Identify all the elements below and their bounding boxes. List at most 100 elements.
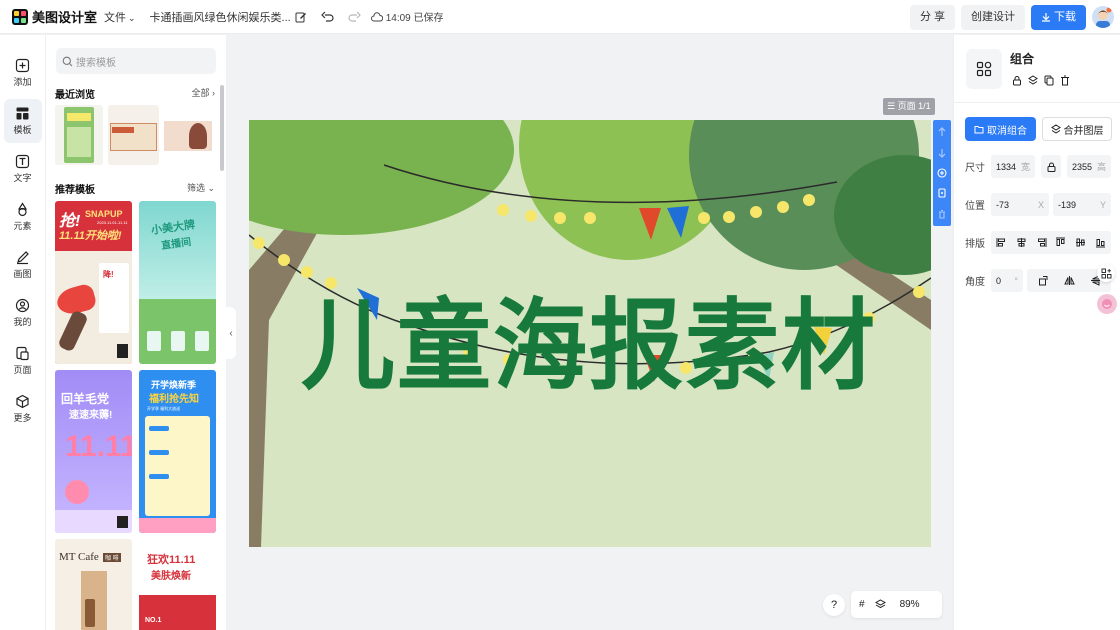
- nav-add[interactable]: 添加: [4, 51, 42, 95]
- duplicate-page-icon[interactable]: [937, 188, 947, 198]
- template-card[interactable]: 回羊毛党 速速来薅! 11.11: [55, 370, 132, 533]
- edit-icon[interactable]: [295, 11, 307, 23]
- template-text: 回羊毛党: [61, 392, 110, 406]
- design-canvas[interactable]: 儿童海报素材: [249, 120, 931, 547]
- recent-all-link[interactable]: 全部 ›: [191, 86, 215, 101]
- share-button[interactable]: 分 享: [909, 4, 955, 30]
- template-panel: 搜索模板 最近浏览 全部 › 推荐模板 筛选 ⌄ 抢! SNAPUP 2023.…: [46, 35, 226, 630]
- trash-icon[interactable]: [1060, 75, 1070, 86]
- aspect-lock-button[interactable]: [1041, 155, 1061, 178]
- nav-pages[interactable]: 页面: [4, 339, 42, 383]
- nav-draw-label: 画图: [13, 269, 32, 279]
- nav-more[interactable]: 更多: [4, 387, 42, 431]
- merge-layers-button[interactable]: 合并图层: [1042, 117, 1112, 141]
- angle-label: 角度: [965, 277, 985, 288]
- redo-icon[interactable]: [347, 10, 361, 24]
- recent-all-label: 全部: [191, 88, 210, 98]
- align-middle-v-icon[interactable]: [1075, 237, 1086, 248]
- height-unit: 高: [1096, 162, 1106, 172]
- height-field[interactable]: 2355 高: [1067, 155, 1111, 178]
- ungroup-button[interactable]: 取消组合: [965, 117, 1036, 141]
- download-label: 下载: [1054, 10, 1076, 23]
- align-top-icon[interactable]: [1055, 237, 1066, 248]
- save-status: 14:09 已保存: [370, 9, 444, 24]
- y-field[interactable]: -139 Y: [1053, 193, 1111, 216]
- avatar-illustration: [1096, 7, 1112, 28]
- arrow-up-icon[interactable]: [937, 127, 947, 137]
- nav-mine[interactable]: 我的: [4, 291, 42, 335]
- template-text: 2023.11.01-11.11: [97, 220, 128, 225]
- arrow-down-icon[interactable]: [937, 148, 947, 158]
- angle-row: 角度 0 °: [965, 269, 1111, 292]
- nav-elements[interactable]: 元素: [4, 195, 42, 239]
- template-card[interactable]: 狂欢11.11 美肤焕新 NO.1: [139, 539, 216, 630]
- template-card[interactable]: MT Cafe 咖 啡: [55, 539, 132, 630]
- width-value: 1334: [996, 161, 1017, 172]
- recommend-filter-label: 筛选: [186, 183, 205, 193]
- help-button[interactable]: ?: [823, 594, 845, 616]
- plus-square-icon: [15, 58, 30, 73]
- logo-mark-icon: [12, 8, 28, 25]
- layer-order-icon[interactable]: [1028, 75, 1038, 86]
- recent-thumb[interactable]: [164, 105, 212, 165]
- undo-icon[interactable]: [320, 10, 335, 24]
- user-icon: [15, 298, 30, 313]
- group-preview: [966, 49, 1002, 89]
- template-search[interactable]: 搜索模板: [56, 48, 216, 74]
- template-text: 开学季 福利大放送: [147, 406, 181, 411]
- create-design-button[interactable]: 创建设计: [961, 4, 1025, 30]
- add-page-icon[interactable]: [937, 168, 947, 178]
- angle-field[interactable]: 0 °: [991, 269, 1023, 292]
- nav-text[interactable]: 文字: [4, 147, 42, 191]
- flip-horizontal-icon[interactable]: [1063, 275, 1075, 286]
- height-value: 2355: [1072, 161, 1093, 172]
- pen-icon: [17, 251, 29, 265]
- align-right-icon[interactable]: [1036, 237, 1047, 248]
- rotate-icon[interactable]: [1038, 275, 1049, 286]
- text-icon: [15, 154, 30, 169]
- collapse-panel-button[interactable]: ‹: [226, 307, 236, 359]
- assistant-bubble[interactable]: [1097, 294, 1117, 314]
- lock-icon: [1047, 162, 1055, 172]
- nav-draw[interactable]: 画图: [4, 243, 42, 287]
- width-field[interactable]: 1334 宽: [991, 155, 1035, 178]
- template-text: 福利抢先知: [149, 394, 199, 405]
- align-center-h-icon[interactable]: [1016, 237, 1027, 248]
- template-text: 直播间: [160, 236, 192, 253]
- align-bottom-icon[interactable]: [1095, 237, 1106, 248]
- download-button[interactable]: 下载: [1031, 4, 1086, 30]
- app-logo[interactable]: 美图设计室: [12, 7, 104, 26]
- nav-more-label: 更多: [13, 413, 32, 423]
- x-field[interactable]: -73 X: [991, 193, 1049, 216]
- panel-scrollbar[interactable]: [220, 85, 224, 171]
- template-card[interactable]: 抢! SNAPUP 2023.11.01-11.11 11.11开始啦! 降!: [55, 201, 132, 364]
- template-text: 降!: [103, 270, 114, 279]
- recent-thumb[interactable]: [108, 105, 159, 165]
- page-indicator[interactable]: ☰ 页面 1/1: [883, 98, 935, 115]
- template-text: MT Cafe: [59, 551, 99, 563]
- zoom-level[interactable]: 89%: [900, 599, 920, 610]
- file-menu[interactable]: 文件 ⌄: [104, 9, 136, 25]
- nav-template[interactable]: 模板: [3, 99, 42, 143]
- lock-icon[interactable]: [1012, 75, 1022, 86]
- grid-icon[interactable]: #: [859, 599, 865, 610]
- document-title[interactable]: 卡通插画风绿色休闲娱乐类...: [150, 9, 291, 25]
- copy-icon[interactable]: [1044, 75, 1054, 86]
- template-card[interactable]: 开学焕新季 福利抢先知 开学季 福利大放送: [139, 370, 216, 533]
- position-row: 位置 -73 X -139 Y: [965, 193, 1111, 216]
- recommend-filter[interactable]: 筛选 ⌄: [187, 181, 215, 196]
- angle-unit: °: [1014, 275, 1018, 286]
- delete-page-icon[interactable]: [937, 209, 947, 219]
- template-text: 美肤焕新: [151, 571, 191, 582]
- layers-icon[interactable]: [874, 599, 886, 610]
- align-left-icon[interactable]: [996, 237, 1007, 248]
- chevron-down-icon: ⌄: [128, 12, 136, 23]
- template-card[interactable]: 小美大牌 直播间: [139, 201, 216, 364]
- user-avatar[interactable]: [1092, 6, 1114, 28]
- folder-icon: [974, 125, 984, 133]
- side-tool-bubble[interactable]: [1097, 264, 1115, 282]
- poster-headline[interactable]: 儿童海报素材: [301, 267, 877, 410]
- layers-icon: [1050, 124, 1061, 134]
- size-row: 尺寸 1334 宽 2355 高: [965, 155, 1111, 178]
- recent-thumb[interactable]: [55, 105, 103, 165]
